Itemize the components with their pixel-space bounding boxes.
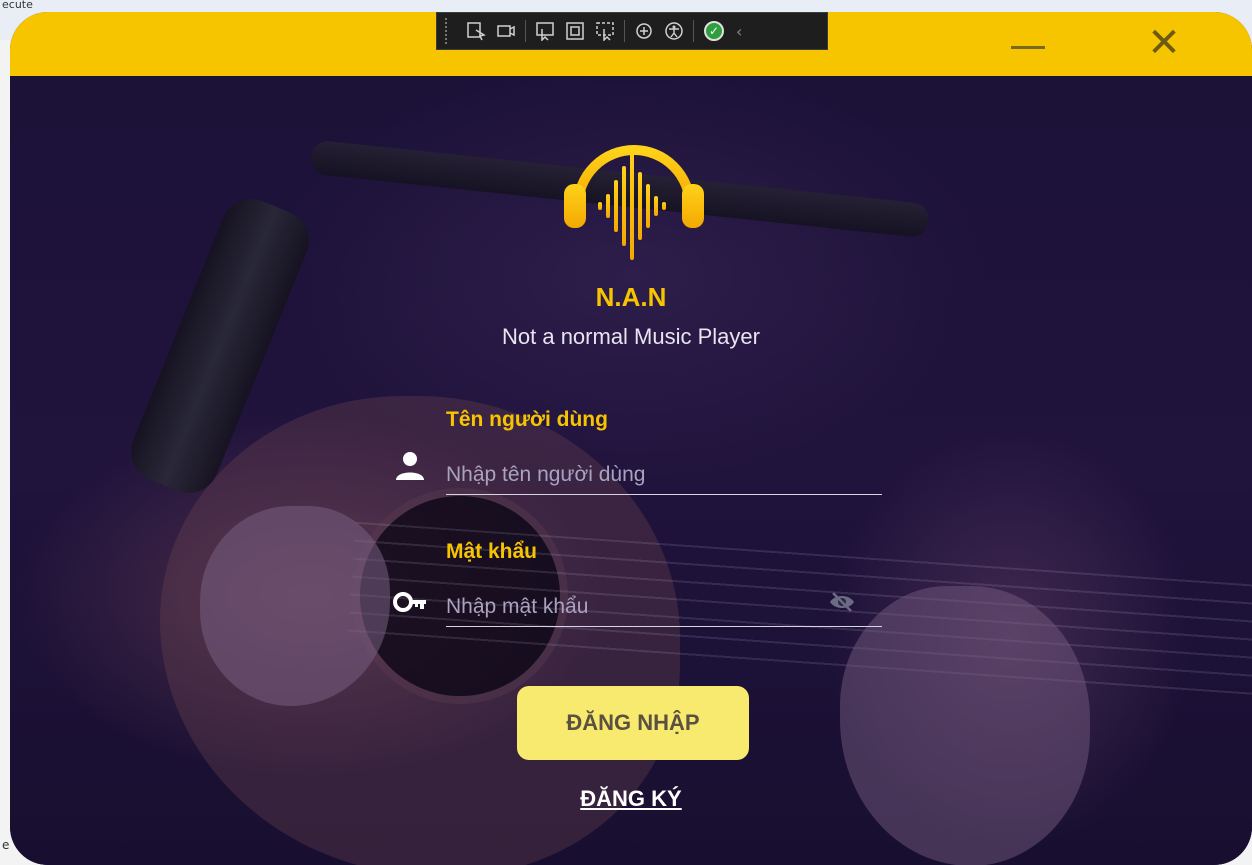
collapse-chevron-icon[interactable]: ‹ — [736, 22, 742, 41]
minimize-icon — [1011, 45, 1045, 49]
login-button[interactable]: ĐĂNG NHẬP — [517, 686, 749, 760]
accessibility-icon[interactable] — [659, 16, 689, 46]
username-label: Tên người dùng — [446, 408, 608, 431]
debug-toolbar: ✓ ‹ — [436, 12, 828, 50]
pointer-icon[interactable] — [530, 16, 560, 46]
toolbar-separator — [525, 20, 526, 42]
username-input[interactable] — [446, 455, 882, 495]
select-element-icon[interactable] — [461, 16, 491, 46]
frame-icon[interactable] — [560, 16, 590, 46]
register-link[interactable]: ĐĂNG KÝ — [10, 786, 1252, 812]
password-input[interactable] — [446, 587, 882, 627]
toolbar-separator — [693, 20, 694, 42]
user-icon — [396, 452, 424, 480]
toolbar-separator — [624, 20, 625, 42]
password-label: Mật khẩu — [446, 540, 538, 563]
app-tagline: Not a normal Music Player — [502, 324, 760, 349]
login-window: ✕ N.A.N Not a normal Music Player Tên ng… — [10, 12, 1252, 865]
right-hand-shape — [840, 586, 1090, 865]
key-icon — [393, 592, 426, 612]
toolbar-grip-handle[interactable] — [445, 18, 453, 44]
close-icon: ✕ — [1147, 20, 1181, 66]
track-focus-icon[interactable] — [590, 16, 620, 46]
show-password-icon[interactable] — [828, 588, 856, 616]
host-text-fragment-top: ecute — [2, 0, 33, 11]
minimize-button[interactable] — [998, 20, 1058, 66]
record-icon[interactable] — [491, 16, 521, 46]
host-text-fragment-bottom: e — [2, 838, 10, 852]
headphones-logo-icon — [564, 145, 704, 260]
binding-icon[interactable] — [629, 16, 659, 46]
app-name: N.A.N — [595, 282, 667, 312]
close-button[interactable]: ✕ — [1134, 20, 1194, 66]
check-status-icon[interactable]: ✓ — [704, 21, 724, 41]
